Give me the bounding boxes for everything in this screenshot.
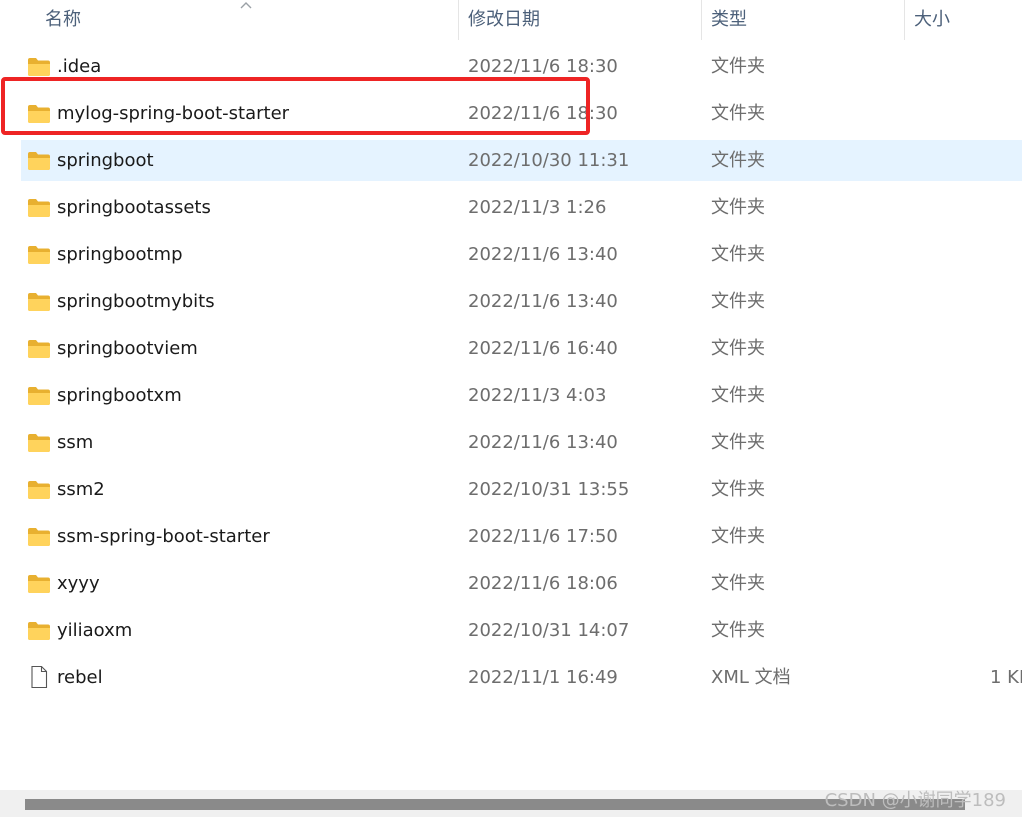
file-row[interactable]: springbootviem 2022/11/6 16:40 文件夹 [21, 328, 1022, 369]
folder-icon [28, 152, 50, 170]
file-explorer: 名称 修改日期 类型 大小 .idea 2022/11/6 18:30 文件夹 myl… [0, 0, 1022, 817]
chevron-up-icon[interactable] [239, 0, 253, 10]
file-modified-date: 2022/11/6 13:40 [468, 432, 618, 453]
folder-icon [28, 387, 50, 405]
file-row[interactable]: xyyy 2022/11/6 18:06 文件夹 [21, 563, 1022, 604]
file-type: XML 文档 [711, 667, 791, 688]
column-header-size[interactable]: 大小 [914, 0, 1022, 42]
file-row[interactable]: springbootmp 2022/11/6 13:40 文件夹 [21, 234, 1022, 275]
file-type: 文件夹 [711, 103, 765, 124]
file-modified-date: 2022/11/6 18:06 [468, 573, 618, 594]
file-name: springboot [57, 150, 154, 171]
folder-icon [28, 105, 50, 123]
file-modified-date: 2022/11/1 16:49 [468, 667, 618, 688]
column-divider[interactable] [701, 0, 702, 40]
file-type: 文件夹 [711, 338, 765, 359]
file-size: 1 KB [990, 667, 1022, 688]
file-type: 文件夹 [711, 526, 765, 547]
file-modified-date: 2022/10/30 11:31 [468, 150, 630, 171]
column-header-type[interactable]: 类型 [711, 0, 901, 42]
file-type: 文件夹 [711, 244, 765, 265]
file-row[interactable]: springbootmybits 2022/11/6 13:40 文件夹 [21, 281, 1022, 322]
file-type: 文件夹 [711, 291, 765, 312]
file-name: springbootmp [57, 244, 183, 265]
file-row[interactable]: springboot 2022/10/30 11:31 文件夹 [21, 140, 1022, 181]
column-header-size-label: 大小 [914, 9, 950, 30]
folder-icon [28, 528, 50, 546]
file-row[interactable]: ssm2 2022/10/31 13:55 文件夹 [21, 469, 1022, 510]
folder-icon [28, 575, 50, 593]
file-name: springbootxm [57, 385, 182, 406]
file-name: springbootviem [57, 338, 198, 359]
file-type: 文件夹 [711, 573, 765, 594]
folder-icon [28, 199, 50, 217]
file-modified-date: 2022/11/3 4:03 [468, 385, 607, 406]
folder-icon [28, 622, 50, 640]
file-type: 文件夹 [711, 432, 765, 453]
file-type: 文件夹 [711, 620, 765, 641]
file-modified-date: 2022/10/31 14:07 [468, 620, 630, 641]
file-name: springbootmybits [57, 291, 215, 312]
file-type: 文件夹 [711, 150, 765, 171]
folder-icon [28, 340, 50, 358]
column-divider[interactable] [904, 0, 905, 40]
file-name: xyyy [57, 573, 100, 594]
folder-icon [28, 434, 50, 452]
column-header-date[interactable]: 修改日期 [468, 0, 698, 42]
file-row[interactable]: rebel 2022/11/1 16:49 XML 文档 1 KB [21, 657, 1022, 698]
file-row[interactable]: springbootxm 2022/11/3 4:03 文件夹 [21, 375, 1022, 416]
file-row[interactable]: ssm 2022/11/6 13:40 文件夹 [21, 422, 1022, 463]
file-modified-date: 2022/11/3 1:26 [468, 197, 607, 218]
file-modified-date: 2022/11/6 17:50 [468, 526, 618, 547]
file-type: 文件夹 [711, 197, 765, 218]
document-icon [31, 665, 48, 689]
file-type: 文件夹 [711, 385, 765, 406]
file-modified-date: 2022/10/31 13:55 [468, 479, 630, 500]
file-name: .idea [57, 56, 102, 77]
file-row[interactable]: yiliaoxm 2022/10/31 14:07 文件夹 [21, 610, 1022, 651]
file-name: mylog-spring-boot-starter [57, 103, 290, 124]
file-row[interactable]: springbootassets 2022/11/3 1:26 文件夹 [21, 187, 1022, 228]
file-modified-date: 2022/11/6 13:40 [468, 291, 618, 312]
file-type: 文件夹 [711, 56, 765, 77]
file-type: 文件夹 [711, 479, 765, 500]
file-modified-date: 2022/11/6 13:40 [468, 244, 618, 265]
folder-icon [28, 293, 50, 311]
file-name: rebel [57, 667, 103, 688]
folder-icon [28, 58, 50, 76]
file-row[interactable]: .idea 2022/11/6 18:30 文件夹 [21, 46, 1022, 87]
folder-icon [28, 481, 50, 499]
file-name: yiliaoxm [57, 620, 133, 641]
file-name: ssm [57, 432, 94, 453]
scrollbar-thumb[interactable] [25, 799, 965, 810]
folder-icon [28, 246, 50, 264]
file-name: ssm2 [57, 479, 105, 500]
column-header-date-label: 修改日期 [468, 9, 540, 30]
file-row[interactable]: ssm-spring-boot-starter 2022/11/6 17:50 文件… [21, 516, 1022, 557]
column-divider[interactable] [458, 0, 459, 40]
horizontal-scrollbar[interactable] [0, 790, 1022, 817]
file-name: ssm-spring-boot-starter [57, 526, 270, 547]
file-modified-date: 2022/11/6 18:30 [468, 56, 618, 77]
file-modified-date: 2022/11/6 18:30 [468, 103, 618, 124]
file-name: springbootassets [57, 197, 211, 218]
column-header-name-label: 名称 [45, 9, 81, 30]
column-header-type-label: 类型 [711, 9, 747, 30]
file-modified-date: 2022/11/6 16:40 [468, 338, 618, 359]
file-row[interactable]: mylog-spring-boot-starter 2022/11/6 18:30… [21, 93, 1022, 134]
column-header-bar: 名称 修改日期 类型 大小 [0, 0, 1022, 42]
